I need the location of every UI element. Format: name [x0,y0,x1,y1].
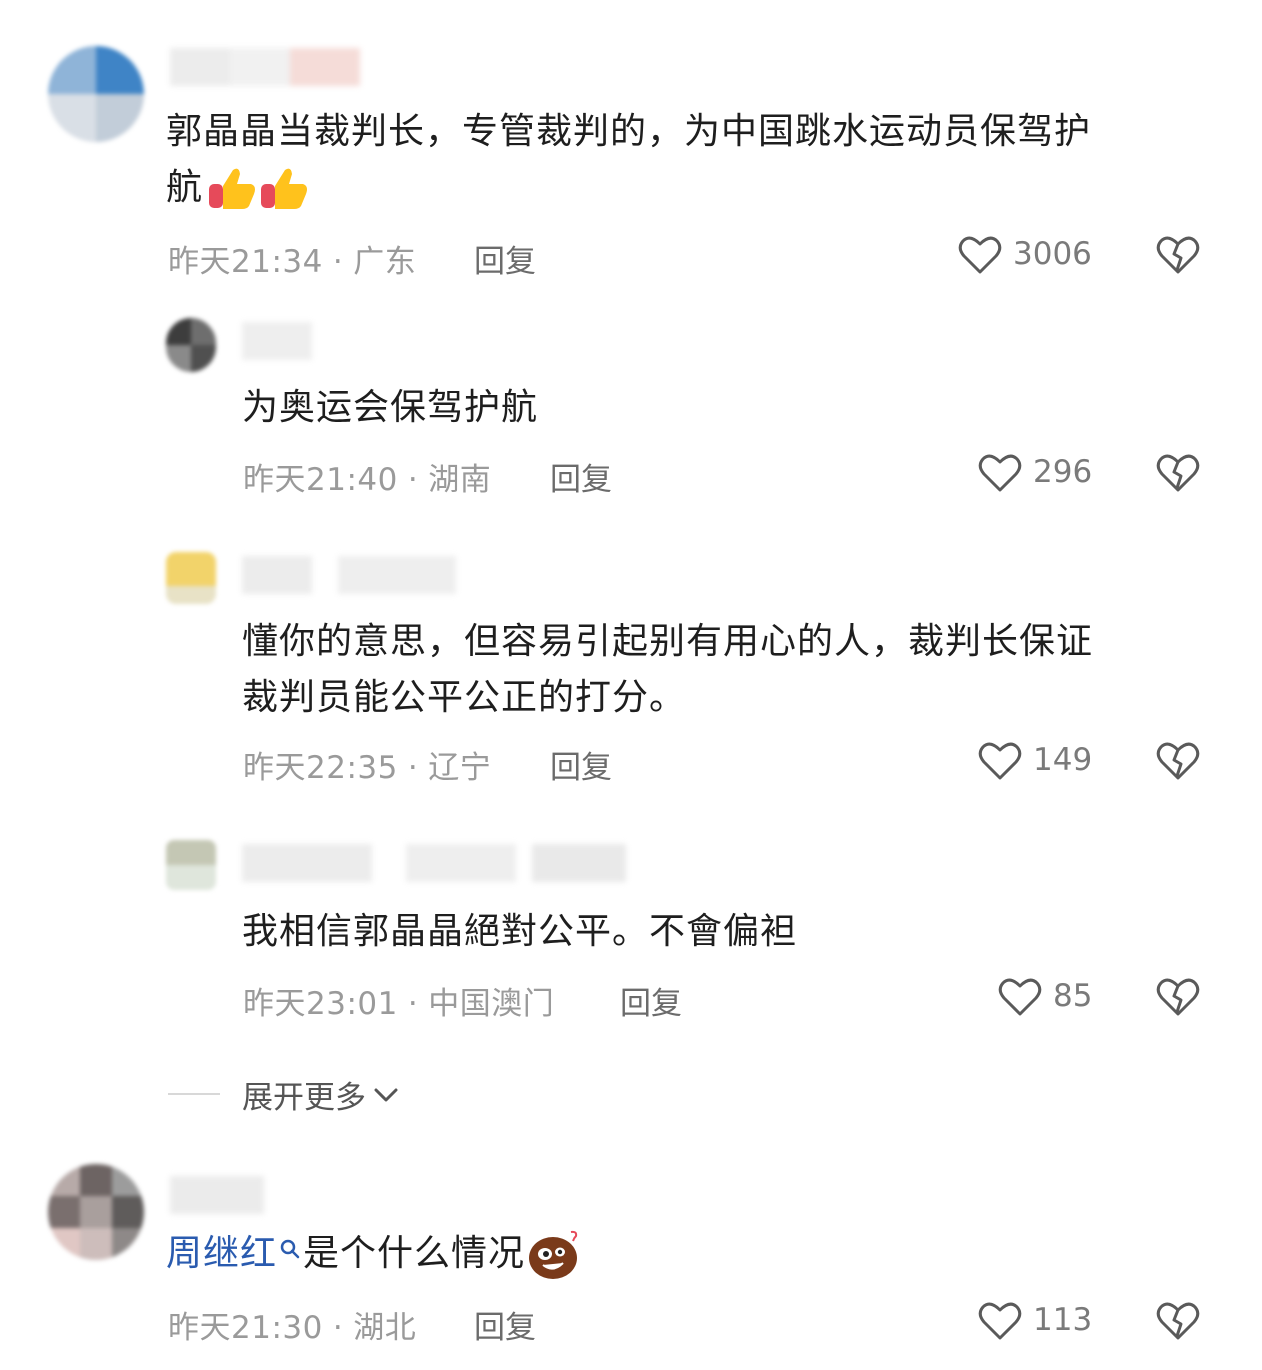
avatar[interactable] [166,318,216,372]
expand-more-button[interactable]: 展开更多 [242,1072,400,1117]
timestamp: 昨天22:35 [243,750,398,786]
heart-outline-icon[interactable] [978,1300,1022,1346]
broken-heart-icon[interactable] [1156,976,1200,1022]
divider [168,1093,220,1095]
comment-meta: 昨天22:35 · 辽宁 [243,750,492,786]
heart-outline-icon[interactable] [998,976,1042,1022]
location: 中国澳门 [428,986,555,1022]
chevron-down-icon [372,1077,400,1113]
avatar[interactable] [48,1164,144,1260]
username[interactable] [242,844,626,882]
avatar[interactable] [48,46,144,142]
reply-button[interactable]: 回复 [550,742,612,787]
location: 辽宁 [428,750,492,786]
location: 广东 [353,244,417,280]
thumbs-up-emoji-icon [259,164,311,212]
thumbs-up-emoji-icon [207,164,259,212]
heart-outline-icon[interactable] [958,234,1002,280]
avatar[interactable] [166,840,216,890]
reply-button[interactable]: 回复 [474,1302,536,1347]
comment-meta: 昨天21:40 · 湖南 [243,462,492,498]
reply-button[interactable]: 回复 [620,978,682,1023]
username[interactable] [242,556,456,594]
comment-text: 我相信郭晶晶絕對公平。不會偏袒 [242,911,798,952]
avatar[interactable] [166,552,216,604]
username[interactable] [170,1176,264,1214]
like-count: 3006 [1013,236,1092,272]
comment-meta: 昨天23:01 · 中国澳门 [243,986,555,1022]
like-count: 85 [1053,978,1093,1014]
broken-heart-icon[interactable] [1156,452,1200,498]
comment-text: 郭晶晶当裁判长，专管裁判的，为中国跳水运动员保驾护 航 [166,104,1226,216]
like-count: 296 [1033,454,1093,490]
heart-outline-icon[interactable] [978,740,1022,786]
username[interactable] [170,48,360,86]
smiling-face-emoji-icon [527,1228,583,1280]
reply-button[interactable]: 回复 [474,236,536,281]
broken-heart-icon[interactable] [1156,234,1200,280]
heart-outline-icon[interactable] [978,452,1022,498]
broken-heart-icon[interactable] [1156,1300,1200,1346]
timestamp: 昨天21:30 [168,1310,323,1346]
broken-heart-icon[interactable] [1156,740,1200,786]
comment-text: 为奥运会保驾护航 [242,387,539,428]
comment-meta: 昨天21:34 · 广东 [168,244,417,280]
reply-button[interactable]: 回复 [550,454,612,499]
location: 湖南 [428,462,492,498]
timestamp: 昨天21:40 [243,462,398,498]
location: 湖北 [353,1310,417,1346]
timestamp: 昨天23:01 [243,986,398,1022]
timestamp: 昨天21:34 [168,244,323,280]
like-count: 149 [1033,742,1093,778]
comment-meta: 昨天21:30 · 湖北 [168,1310,417,1346]
like-count: 113 [1033,1302,1093,1338]
comment-text: 懂你的意思，但容易引起别有用心的人，裁判长保证 裁判员能公平公正的打分。 [242,621,1094,718]
search-icon[interactable] [277,1234,303,1274]
mention-link[interactable]: 周继红 [166,1226,277,1282]
comment-text: 周继红 是个什么情况 [166,1226,583,1282]
username[interactable] [242,322,312,360]
